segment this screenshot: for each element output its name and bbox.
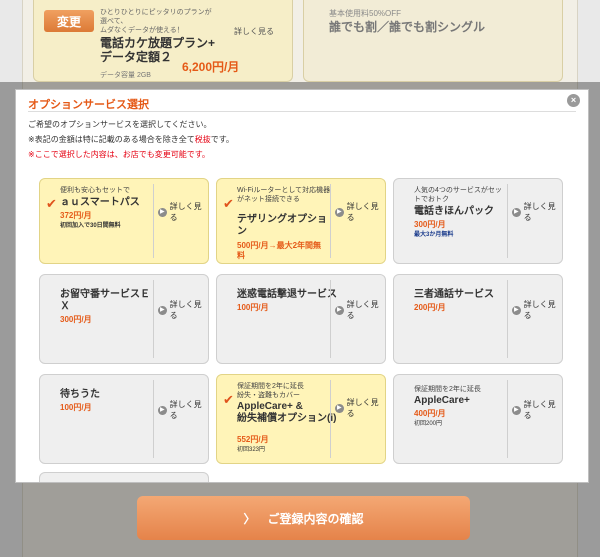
arrow-right-icon: ▶	[335, 305, 344, 315]
option-card-applecare[interactable]: 保証期間を2年に延長 AppleCare+ 400円/月 初回200円 ▶ 詳しく…	[393, 374, 563, 464]
card-divider	[153, 280, 154, 358]
tax-note-highlight: 税抜	[194, 135, 211, 144]
option-price: 500円/月→最大2年間無料	[237, 241, 322, 260]
change-note: ※ここで選択した内容は、お店でも変更可能です。	[28, 150, 210, 159]
arrow-right-icon: ▶	[158, 207, 167, 217]
option-price: 552円/月	[237, 435, 269, 444]
arrow-right-icon: ▶	[512, 305, 521, 315]
current-plan-card: 変更 ひとりひとりにピッタリのプランが 選べて、 ムダなくデータが使える！ 電話…	[33, 0, 293, 82]
detail-label: 詳しく見る	[169, 400, 202, 420]
option-service-modal: オプションサービス選択 × ご希望のオプションサービスを選択してください。 ※表…	[15, 89, 589, 483]
close-icon[interactable]: ×	[567, 94, 580, 107]
detail-label: 詳しく見る	[169, 300, 202, 320]
arrow-right-icon: ▶	[512, 405, 521, 415]
instruction-text: ご希望のオプションサービスを選択してください。	[28, 120, 212, 129]
option-card-meiwaku-denwa[interactable]: 迷惑電話撃退サービス 100円/月 ▶ 詳しく見る	[216, 274, 386, 364]
option-price: 300円/月	[60, 315, 92, 324]
detail-link[interactable]: ▶ 詳しく見る	[335, 201, 385, 223]
option-card-machiuta[interactable]: 待ちうた 100円/月 ▶ 詳しく見る	[39, 374, 209, 464]
tax-note-post: です。	[210, 135, 234, 144]
option-card-applecare-lost[interactable]: ✔ 保証期間を2年に延長 紛失・盗難もカバー AppleCare+ & 紛失補償…	[216, 374, 386, 464]
checkmark-icon: ✔	[223, 392, 234, 407]
option-price: 200円/月	[414, 303, 446, 312]
option-sub: 便利も安心もセットで	[60, 187, 130, 194]
arrow-right-icon: ▶	[335, 403, 344, 413]
card-divider	[507, 280, 508, 358]
option-title: お留守番サービスＥＸ	[60, 289, 150, 312]
detail-link[interactable]: ▶ 詳しく見る	[158, 299, 208, 321]
option-card-partial[interactable]	[39, 472, 209, 482]
option-price: 100円/月	[237, 303, 269, 312]
option-price: 300円/月	[414, 220, 446, 229]
detail-link[interactable]: ▶ 詳しく見る	[512, 201, 562, 223]
detail-label: 詳しく見る	[523, 300, 556, 320]
option-sub: Wi-Fiルーターとして対応機器がネット接続できる	[237, 187, 331, 203]
option-sub: 保証期間を2年に延長	[414, 386, 481, 393]
card-divider	[153, 184, 154, 258]
card-divider	[507, 380, 508, 458]
option-title: テザリングオプション	[237, 214, 327, 237]
card-divider	[330, 184, 331, 258]
arrow-right-icon: ▶	[335, 207, 344, 217]
detail-link[interactable]: ▶ 詳しく見る	[512, 399, 562, 421]
discount-title: 誰でも割／誰でも割シングル	[329, 20, 486, 34]
detail-link[interactable]: ▶ 詳しく見る	[335, 299, 385, 321]
checkmark-icon: ✔	[223, 196, 234, 211]
arrow-right-icon: ▶	[512, 207, 521, 217]
detail-label: 詳しく見る	[523, 400, 556, 420]
tax-note-pre: ※表記の金額は特に記載のある場合を除き全て	[28, 135, 195, 144]
option-sub: 人気の4つのサービスがセットでおトク	[414, 187, 502, 203]
option-card-tethering[interactable]: ✔ Wi-Fiルーターとして対応機器がネット接続できる テザリングオプション 5…	[216, 178, 386, 264]
discount-card: 基本使用料50%OFF 誰でも割／誰でも割シングル	[303, 0, 563, 82]
detail-label: 詳しく見る	[346, 398, 379, 418]
detail-label: 詳しく見る	[346, 300, 379, 320]
option-price: 100円/月	[60, 403, 92, 412]
detail-label: 詳しく見る	[169, 202, 202, 222]
option-card-orusuban-ex[interactable]: お留守番サービスＥＸ 300円/月 ▶ 詳しく見る	[39, 274, 209, 364]
confirm-label: ご登録内容の確認	[267, 511, 364, 526]
card-divider	[153, 380, 154, 458]
detail-link[interactable]: ▶ 詳しく見る	[512, 299, 562, 321]
card-divider	[330, 380, 331, 458]
option-note: 最大3か月無料	[414, 232, 454, 238]
confirm-registration-button[interactable]: 〉 ご登録内容の確認	[137, 496, 470, 540]
tax-note: ※表記の金額は特に記載のある場合を除き全て税抜です。	[28, 135, 234, 145]
change-plan-button[interactable]: 変更	[44, 10, 94, 32]
option-card-sansha-tsuwa[interactable]: 三者通話サービス 200円/月 ▶ 詳しく見る	[393, 274, 563, 364]
option-card-au-smartpass[interactable]: ✔ 便利も安心もセットで ａｕスマートパス 372円/月 初回加入で30日間無料…	[39, 178, 209, 264]
checkmark-icon: ✔	[46, 196, 57, 211]
plan-data-caption: データ容量 2GB	[100, 72, 151, 79]
detail-link[interactable]: ▶ 詳しく見る	[335, 397, 385, 419]
modal-divider	[28, 111, 576, 112]
chevron-right-icon: 〉	[243, 511, 256, 526]
detail-link[interactable]: ▶ 詳しく見る	[158, 201, 208, 223]
plan-description: ひとりひとりにピッタリのプランが 選べて、 ムダなくデータが使える！	[100, 9, 212, 34]
arrow-right-icon: ▶	[158, 405, 167, 415]
option-card-denwa-kihon-pack[interactable]: 人気の4つのサービスがセットでおトク 電話きほんパック 300円/月 最大3か月…	[393, 178, 563, 264]
plan-price: 6,200円/月	[182, 60, 240, 74]
modal-title: オプションサービス選択	[28, 99, 149, 111]
option-price: 372円/月	[60, 211, 92, 220]
option-note: 初回200円	[414, 421, 443, 427]
detail-label: 詳しく見る	[523, 202, 556, 222]
option-sub: 保証期間を2年に延長 紛失・盗難もカバー	[237, 383, 304, 399]
option-price: 400円/月	[414, 409, 446, 418]
card-divider	[507, 184, 508, 258]
plan-detail-link[interactable]: 詳しく見る	[234, 26, 274, 37]
arrow-right-icon: ▶	[158, 305, 167, 315]
card-divider	[330, 280, 331, 358]
detail-link[interactable]: ▶ 詳しく見る	[158, 399, 208, 421]
option-note: 初回加入で30日間無料	[60, 223, 121, 229]
detail-label: 詳しく見る	[346, 202, 379, 222]
option-note: 初回323円	[237, 447, 266, 453]
